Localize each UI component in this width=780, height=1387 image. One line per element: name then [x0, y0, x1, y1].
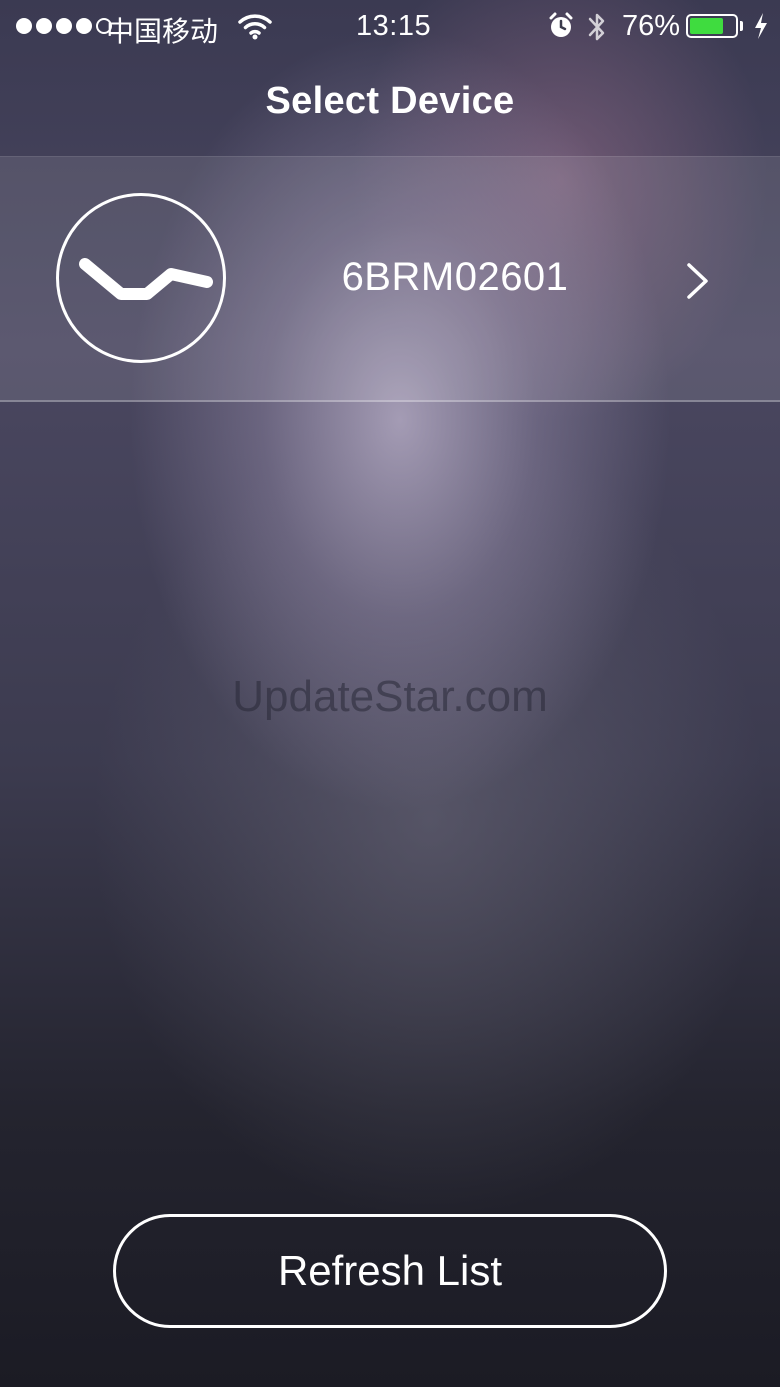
adjustable-bed-icon: [56, 193, 226, 363]
device-name: 6BRM02601: [341, 255, 569, 299]
page-title: Select Device: [265, 80, 515, 122]
carrier-name: 中国移动: [106, 15, 219, 48]
device-list-item[interactable]: 6BRM02601: [0, 157, 780, 400]
alarm-icon: [548, 12, 574, 47]
signal-dot: [56, 18, 72, 34]
battery-percent: 76%: [622, 10, 681, 42]
refresh-list-button[interactable]: Refresh List: [113, 1214, 667, 1328]
status-time: 13:15: [356, 10, 432, 42]
bluetooth-icon: [586, 10, 608, 51]
watermark-text: UpdateStar.com: [232, 672, 548, 721]
battery-fill: [690, 18, 723, 34]
battery-icon: [686, 14, 738, 38]
signal-dot: [36, 18, 52, 34]
signal-dot: [16, 18, 32, 34]
battery-nub: [740, 21, 743, 31]
status-bar: 中国移动 13:15 76%: [0, 0, 780, 54]
chevron-right-icon: [684, 261, 712, 306]
signal-strength-icon: [16, 18, 112, 36]
row-divider: [0, 400, 780, 402]
signal-dot: [76, 18, 92, 34]
refresh-list-label: Refresh List: [277, 1247, 503, 1294]
charging-bolt-icon: [752, 12, 770, 47]
wifi-icon: [238, 12, 272, 47]
